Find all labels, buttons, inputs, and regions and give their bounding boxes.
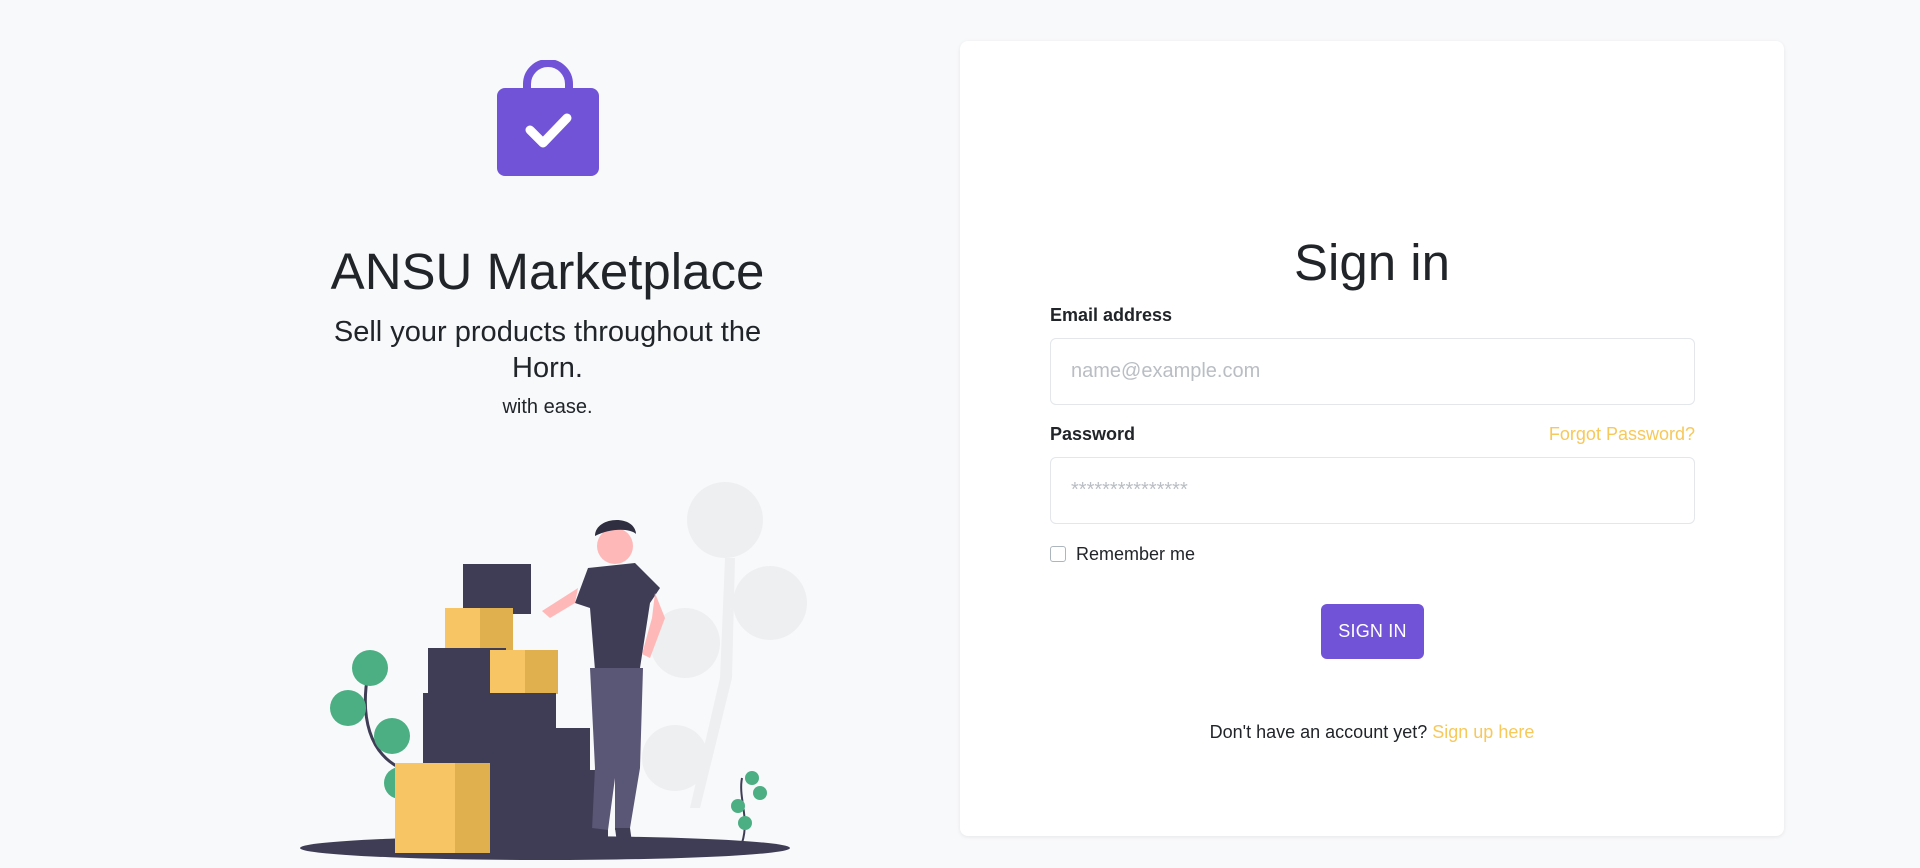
sign-up-link[interactable]: Sign up here	[1432, 722, 1534, 742]
brand-title: ANSU Marketplace	[330, 243, 765, 300]
remember-me-label: Remember me	[1076, 544, 1196, 564]
brand-tagline: with ease.	[502, 396, 593, 418]
shopping-bag-check-icon	[497, 60, 599, 176]
sign-in-title: Sign in	[1294, 234, 1450, 291]
brand-subtitle: Sell your products throughout the Horn.	[333, 316, 762, 384]
remember-me-option[interactable]: Remember me	[1050, 543, 1195, 565]
sign-in-button[interactable]: SIGN IN	[1321, 604, 1424, 659]
password-label: Password	[1050, 424, 1136, 444]
remember-me-checkbox[interactable]	[1050, 546, 1066, 562]
email-field[interactable]	[1050, 338, 1695, 405]
password-field[interactable]	[1050, 457, 1695, 524]
signup-prompt-text: Don't have an account yet?	[1209, 722, 1428, 742]
email-label: Email address	[1050, 305, 1173, 325]
brand-panel: ANSU Marketplace Sell your products thro…	[0, 0, 1095, 868]
delivery-person-with-boxes-illustration	[300, 482, 807, 860]
sign-in-card: Sign in Email address Password Forgot Pa…	[960, 41, 1784, 836]
signup-prompt: Don't have an account yet? Sign up here	[960, 721, 1784, 743]
forgot-password-link[interactable]: Forgot Password?	[1549, 423, 1695, 445]
